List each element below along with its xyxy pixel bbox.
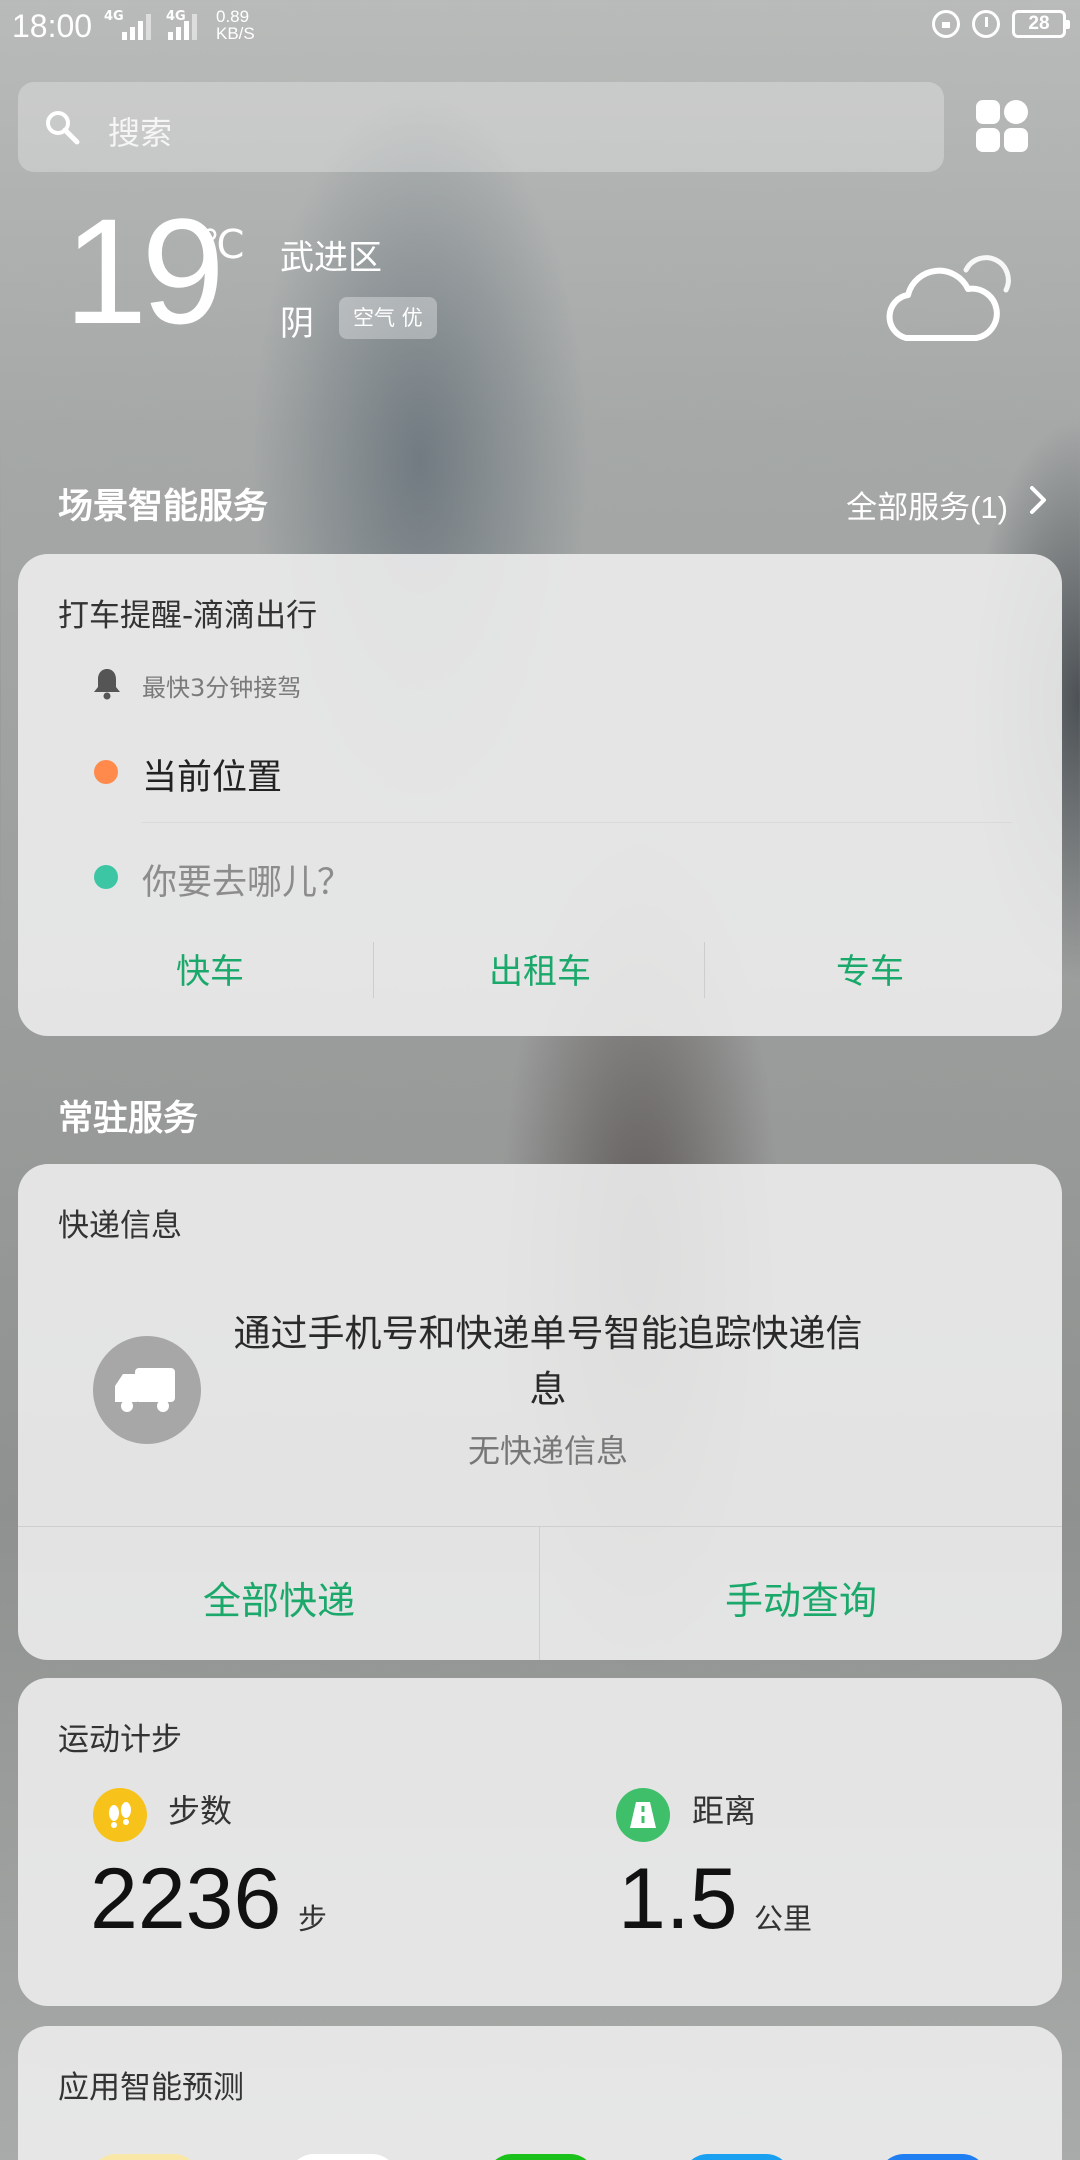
premier-car-button[interactable]: 专车 [720,944,1020,993]
weather-location: 武进区 [280,238,382,278]
steps-value: 2236 [90,1851,282,1947]
predicted-app-icon[interactable] [90,2154,200,2160]
express-empty-state: 无快递信息 [467,1432,628,1470]
step-counter-title: 运动计步 [58,1722,182,1758]
app-prediction-card: 应用智能预测 [18,2026,1062,2160]
all-express-button[interactable]: 全部快递 [18,1570,540,1625]
divider [704,942,705,998]
taxi-button[interactable]: 出租车 [390,944,690,993]
sim1-signal-icon [122,14,151,40]
predicted-app-icon[interactable] [878,2154,988,2160]
scene-section-title: 场景智能服务 [58,487,269,527]
alarm-icon [972,10,1000,38]
resident-section-title: 常驻服务 [58,1099,199,1139]
sim2-signal-icon [168,14,197,40]
express-card: 快递信息 通过手机号和快递单号智能追踪快递信息 无快递信息 全部快递 手动查询 [18,1164,1062,1660]
status-bar: 18:00 4G 4G 0.89 KB/S 28 [0,0,1080,56]
predicted-app-icon[interactable] [486,2154,596,2160]
weather-condition: 阴 [280,304,314,344]
app-prediction-title: 应用智能预测 [58,2070,244,2106]
bell-icon [94,669,120,700]
taxi-card: 打车提醒-滴滴出行 最快3分钟接驾 当前位置 你要去哪儿？ 快车 出租车 专车 [18,554,1062,1036]
rotation-lock-icon [932,10,960,38]
predicted-app-icon[interactable] [288,2154,398,2160]
sim1-network-type: 4G [104,9,124,24]
origin-dot [94,760,118,784]
chevron-right-icon[interactable] [1026,482,1050,518]
distance-value: 1.5 [618,1851,738,1947]
divider [142,822,1012,823]
express-description: 通过手机号和快递单号智能追踪快递信息 [233,1312,863,1411]
road-icon [616,1788,670,1842]
search-icon [46,111,80,145]
status-time: 18:00 [12,8,93,44]
predicted-app-icon[interactable] [682,2154,792,2160]
grid-icon [976,100,1000,124]
origin-field[interactable]: 当前位置 [142,749,282,800]
battery-icon: 28 [1012,10,1070,38]
temperature-unit: ℃ [200,222,245,268]
divider [18,1526,1062,1527]
pickup-hint: 最快3分钟接驾 [142,674,302,702]
taxi-card-title: 打车提醒-滴滴出行 [58,598,318,634]
footprints-icon [93,1788,147,1842]
distance-label: 距离 [692,1792,757,1830]
steps-label: 步数 [168,1792,233,1830]
truck-icon [93,1336,201,1444]
temperature: 19 [64,187,225,355]
search-placeholder: 搜索 [108,114,173,152]
step-counter-card[interactable]: 运动计步 步数 2236 步 距离 1.5 公里 [18,1678,1062,2006]
distance-unit: 公里 [754,1902,813,1936]
destination-dot [94,865,118,889]
steps-unit: 步 [298,1902,328,1936]
search-bar[interactable]: 搜索 [18,82,944,172]
air-quality-badge: 空气 优 [339,297,437,339]
network-speed: 0.89 KB/S [216,7,255,43]
express-card-title: 快递信息 [58,1208,182,1244]
manual-query-button[interactable]: 手动查询 [540,1570,1062,1625]
all-services-link[interactable]: 全部服务(1) [846,482,1008,527]
app-grid-button[interactable] [976,100,1030,154]
destination-field[interactable]: 你要去哪儿？ [142,854,352,905]
divider [373,942,374,998]
cloudy-icon [886,255,1011,341]
express-car-button[interactable]: 快车 [60,944,360,993]
battery-level: 28 [1028,13,1050,34]
